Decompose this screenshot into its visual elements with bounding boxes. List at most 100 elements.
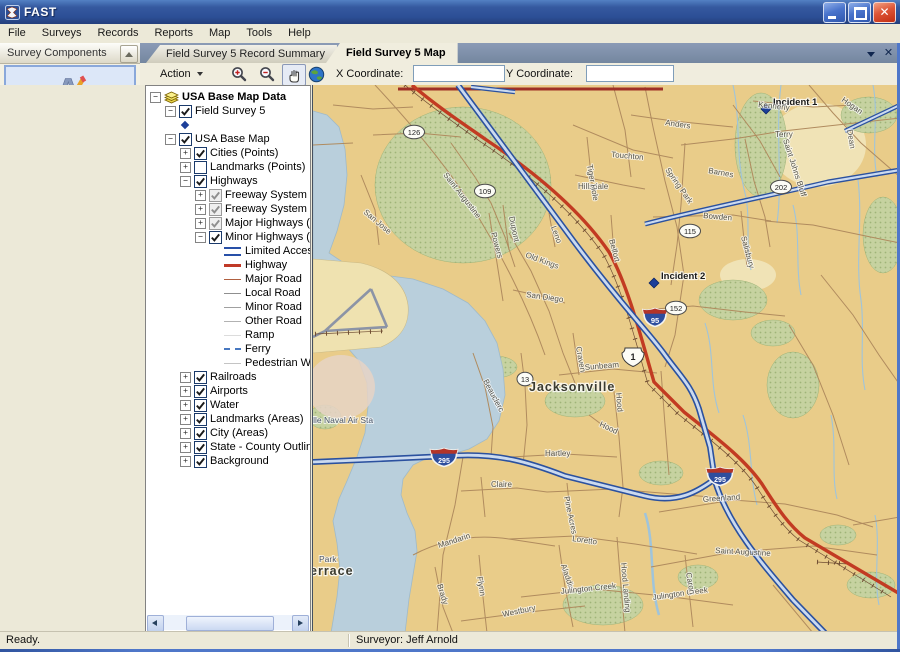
expand-box[interactable]: + bbox=[180, 147, 191, 159]
tree-horizontal-scrollbar[interactable] bbox=[147, 615, 309, 631]
layer-checkbox[interactable] bbox=[194, 370, 207, 384]
layer-checkbox[interactable] bbox=[194, 454, 207, 468]
tree-node-landmarks-points[interactable]: + Landmarks (Points) bbox=[146, 160, 310, 174]
layer-checkbox[interactable] bbox=[194, 160, 207, 174]
pan-button[interactable] bbox=[282, 64, 306, 86]
scroll-left-arrow[interactable] bbox=[147, 615, 164, 631]
content-area: − USA Base Map Data − Field Survey 5 − USA Ba… bbox=[0, 85, 900, 632]
layer-checkbox[interactable] bbox=[194, 440, 207, 454]
menu-file[interactable]: File bbox=[0, 24, 34, 43]
minimize-button[interactable] bbox=[823, 2, 846, 23]
menu-map[interactable]: Map bbox=[201, 24, 238, 43]
map-viewport[interactable]: 95 295 295 1 202 115 126 109 152 13 Incident 1 Inci… bbox=[312, 85, 897, 632]
tree-node-water[interactable]: + Water bbox=[146, 398, 310, 412]
layer-checkbox[interactable] bbox=[194, 398, 207, 412]
tree-node-background[interactable]: + Background bbox=[146, 454, 310, 468]
collapse-box[interactable]: − bbox=[180, 175, 191, 187]
layer-checkbox[interactable] bbox=[209, 216, 222, 230]
expand-box[interactable]: + bbox=[180, 161, 191, 173]
tree-node-usa-base-map-data[interactable]: − USA Base Map Data bbox=[146, 90, 310, 104]
zoom-in-icon bbox=[232, 67, 247, 82]
tree-node-limited-access[interactable]: Limited Access bbox=[146, 244, 310, 258]
menu-surveys[interactable]: Surveys bbox=[34, 24, 90, 43]
collapse-box[interactable]: − bbox=[165, 105, 176, 117]
tree-node-field-survey-5[interactable]: − Field Survey 5 bbox=[146, 104, 310, 118]
expand-box[interactable]: + bbox=[195, 203, 206, 215]
menu-help[interactable]: Help bbox=[280, 24, 319, 43]
tree-node-major-highways-re[interactable]: + Major Highways (Re bbox=[146, 216, 310, 230]
expand-box[interactable]: + bbox=[180, 455, 191, 467]
tab-map[interactable]: Field Survey 5 Map bbox=[326, 43, 458, 63]
layer-checkbox[interactable] bbox=[209, 188, 222, 202]
state-route-shield-126: 126 bbox=[403, 124, 425, 140]
zoom-out-button[interactable] bbox=[256, 64, 278, 84]
tree-node-point-symbol[interactable] bbox=[146, 118, 310, 132]
layer-checkbox[interactable] bbox=[179, 132, 192, 146]
tree-node-city-areas[interactable]: + City (Areas) bbox=[146, 426, 310, 440]
tree-node-label: Minor Road bbox=[245, 301, 302, 313]
expand-box[interactable]: + bbox=[180, 413, 191, 425]
tree-node-railroads[interactable]: + Railroads bbox=[146, 370, 310, 384]
expand-box[interactable]: + bbox=[180, 399, 191, 411]
scroll-right-arrow[interactable] bbox=[292, 615, 309, 631]
tree-node-state-county-outlines[interactable]: + State - County Outlines bbox=[146, 440, 310, 454]
tree-node-highway[interactable]: Highway bbox=[146, 258, 310, 272]
menu-reports[interactable]: Reports bbox=[146, 24, 201, 43]
survey-components-header[interactable]: Survey Components bbox=[0, 43, 140, 64]
zoom-in-button[interactable] bbox=[228, 64, 250, 84]
tree-node-minor-road[interactable]: Minor Road bbox=[146, 300, 310, 314]
expand-box[interactable]: + bbox=[180, 371, 191, 383]
svg-text:Hood: Hood bbox=[614, 392, 625, 412]
restore-button[interactable] bbox=[848, 2, 871, 23]
tree-node-other-road[interactable]: Other Road bbox=[146, 314, 310, 328]
layer-checkbox[interactable] bbox=[194, 146, 207, 160]
expand-box[interactable]: + bbox=[195, 217, 206, 229]
tree-node-usa-base-map[interactable]: − USA Base Map bbox=[146, 132, 310, 146]
tab-record-summary[interactable]: Field Survey 5 Record Summary bbox=[146, 45, 337, 63]
x-coordinate-input[interactable] bbox=[413, 65, 505, 82]
collapse-box[interactable]: − bbox=[165, 133, 176, 145]
chevron-up-icon bbox=[125, 52, 133, 57]
tree-node-cities-points[interactable]: + Cities (Points) bbox=[146, 146, 310, 160]
layer-checkbox[interactable] bbox=[209, 202, 222, 216]
layer-checkbox[interactable] bbox=[194, 412, 207, 426]
tree-node-minor-highways-re[interactable]: − Minor Highways (Re bbox=[146, 230, 310, 244]
menu-records[interactable]: Records bbox=[89, 24, 146, 43]
svg-text:115: 115 bbox=[684, 227, 696, 236]
layer-checkbox[interactable] bbox=[179, 104, 192, 118]
tree-node-airports[interactable]: + Airports bbox=[146, 384, 310, 398]
expand-box[interactable]: + bbox=[180, 441, 191, 453]
tree-node-label: Highways bbox=[210, 175, 258, 187]
layer-checkbox[interactable] bbox=[209, 230, 222, 244]
full-extent-button[interactable] bbox=[305, 64, 327, 84]
title-bar[interactable]: FAST ✕ bbox=[0, 0, 900, 24]
y-coordinate-input[interactable] bbox=[586, 65, 674, 82]
collapse-box[interactable]: − bbox=[195, 231, 206, 243]
layer-checkbox[interactable] bbox=[194, 384, 207, 398]
svg-text:Hartley: Hartley bbox=[545, 449, 570, 458]
expand-box[interactable]: + bbox=[195, 189, 206, 201]
close-button[interactable]: ✕ bbox=[873, 2, 896, 23]
status-bar: Ready. Surveyor: Jeff Arnold bbox=[0, 631, 900, 649]
layer-checkbox[interactable] bbox=[194, 426, 207, 440]
tab-close-button[interactable]: ✕ bbox=[882, 47, 895, 60]
menu-tools[interactable]: Tools bbox=[238, 24, 280, 43]
tree-node-freeway-system-s[interactable]: + Freeway System (S bbox=[146, 202, 310, 216]
tree-node-pedestrian-way[interactable]: Pedestrian Way bbox=[146, 356, 310, 370]
scrollbar-thumb[interactable] bbox=[186, 616, 274, 631]
tree-node-ferry[interactable]: Ferry bbox=[146, 342, 310, 356]
scroll-up-button[interactable] bbox=[120, 45, 138, 63]
collapse-box[interactable]: − bbox=[150, 91, 161, 103]
action-menu-button[interactable]: Action bbox=[154, 66, 205, 82]
expand-box[interactable]: + bbox=[180, 385, 191, 397]
tab-list-button[interactable] bbox=[865, 47, 878, 60]
tree-node-landmarks-areas[interactable]: + Landmarks (Areas) bbox=[146, 412, 310, 426]
app-logo-icon bbox=[5, 4, 20, 20]
tree-node-local-road[interactable]: Local Road bbox=[146, 286, 310, 300]
tree-node-highways[interactable]: − Highways bbox=[146, 174, 310, 188]
layer-checkbox[interactable] bbox=[194, 174, 207, 188]
expand-box[interactable]: + bbox=[180, 427, 191, 439]
tree-node-ramp[interactable]: Ramp bbox=[146, 328, 310, 342]
tree-node-freeway-system-n[interactable]: + Freeway System (N bbox=[146, 188, 310, 202]
tree-node-major-road[interactable]: Major Road bbox=[146, 272, 310, 286]
